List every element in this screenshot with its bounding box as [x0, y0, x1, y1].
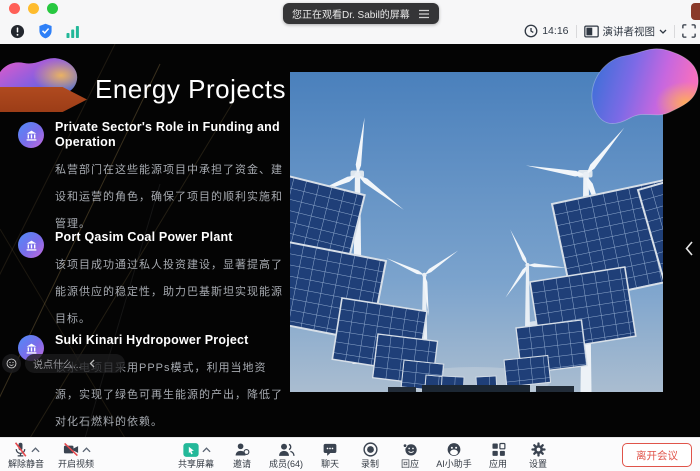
mic-options-chevron-icon[interactable]: [31, 447, 40, 453]
meeting-time: 14:16: [542, 25, 568, 37]
apps-label: 应用: [489, 459, 507, 469]
speaker-view-layout-icon: [584, 25, 599, 38]
invite-label: 邀请: [233, 459, 251, 469]
settings-button[interactable]: 设置: [520, 440, 556, 469]
bank-building-icon: [18, 122, 44, 148]
divider: [674, 25, 675, 38]
divider: [576, 25, 577, 38]
shared-screen-stage: Energy Projects Private Sector's Role in…: [0, 44, 700, 438]
minimize-window-button[interactable]: [28, 3, 39, 14]
reaction-smiley-icon: [401, 441, 419, 458]
bullet-body: 私营部门在这些能源项目中承担了资金、建设和运营的角色，确保了项目的顺利实施和管理…: [55, 157, 290, 238]
members-button[interactable]: 成员(64): [264, 440, 308, 469]
panel-toggle-chevron-icon[interactable]: [684, 240, 694, 257]
emoji-button[interactable]: [2, 354, 21, 373]
bank-building-icon: [18, 232, 44, 258]
members-icon: [277, 441, 296, 458]
unmute-label: 解除静音: [8, 459, 44, 469]
leave-meeting-label: 离开会议: [636, 448, 678, 463]
settings-label: 设置: [529, 459, 547, 469]
close-window-button[interactable]: [9, 3, 20, 14]
info-icon[interactable]: [10, 24, 25, 39]
hamburger-icon[interactable]: [418, 9, 430, 19]
apps-button[interactable]: 应用: [480, 440, 516, 469]
start-video-label: 开启视频: [58, 459, 94, 469]
meeting-statusbar: 14:16 演讲者视图: [0, 18, 700, 44]
chevron-down-icon: [659, 29, 667, 34]
camera-off-icon: [62, 441, 80, 458]
chat-bubble-icon: [321, 441, 339, 458]
bullet-heading: Port Qasim Coal Power Plant: [55, 230, 290, 245]
invite-person-icon: [233, 441, 251, 458]
gear-icon: [530, 441, 547, 458]
ai-assistant-button[interactable]: AI小助手: [432, 440, 476, 469]
chat-input-placeholder: 说点什么...: [33, 356, 81, 371]
chat-button[interactable]: 聊天: [312, 440, 348, 469]
invite-button[interactable]: 邀请: [224, 440, 260, 469]
fullscreen-icon[interactable]: [682, 24, 696, 38]
chat-label: 聊天: [321, 459, 339, 469]
meeting-duration: 14:16: [524, 24, 568, 38]
apps-grid-icon: [490, 441, 507, 458]
reactions-button[interactable]: 回应: [392, 440, 428, 469]
bullet-body: 该项目成功通过私人投资建设，显著提高了能源供应的稳定性，助力巴基斯坦实现能源目标…: [55, 252, 290, 333]
slide-title: Energy Projects: [95, 74, 286, 105]
record-icon: [362, 441, 379, 458]
meeting-toolbar: 解除静音 开启视频: [0, 437, 700, 471]
chat-quick-bar: 说点什么...: [2, 354, 125, 373]
reactions-label: 回应: [401, 459, 419, 469]
leave-meeting-button[interactable]: 离开会议: [622, 443, 692, 467]
slide-bullet-suki-kinari: Suki Kinari Hydropower Project 该水电项目采用PP…: [18, 333, 290, 436]
clock-icon: [524, 24, 538, 38]
mic-muted-icon: [12, 441, 29, 458]
share-screen-icon: [182, 442, 200, 458]
record-button[interactable]: 录制: [352, 440, 388, 469]
ai-assistant-icon: [445, 441, 463, 458]
view-mode-label: 演讲者视图: [603, 24, 656, 39]
bullet-heading: Suki Kinari Hydropower Project: [55, 333, 290, 348]
share-screen-label: 共享屏幕: [178, 459, 214, 469]
slide-bullet-port-qasim: Port Qasim Coal Power Plant 该项目成功通过私人投资建…: [18, 230, 290, 333]
share-options-chevron-icon[interactable]: [202, 447, 211, 453]
network-signal-icon[interactable]: [66, 25, 80, 38]
chat-input[interactable]: 说点什么...: [25, 354, 125, 373]
shield-check-icon[interactable]: [38, 23, 53, 39]
members-label: 成员(64): [269, 459, 303, 469]
collapse-chevron-icon[interactable]: [89, 359, 95, 368]
slide-blob-top-right: [584, 46, 700, 138]
smiley-icon: [6, 358, 17, 369]
record-label: 录制: [361, 459, 379, 469]
bullet-heading: Private Sector's Role in Funding and Ope…: [55, 120, 290, 150]
start-video-button[interactable]: 开启视频: [52, 440, 100, 469]
zoom-window-button[interactable]: [47, 3, 58, 14]
window-chrome: 您正在观看Dr. Sabil的屏幕: [0, 0, 700, 44]
view-mode-button[interactable]: 演讲者视图: [584, 24, 668, 39]
unmute-button[interactable]: 解除静音: [2, 440, 50, 469]
share-screen-button[interactable]: 共享屏幕: [172, 440, 220, 469]
slide-bullet-private-sector: Private Sector's Role in Funding and Ope…: [18, 120, 290, 238]
video-options-chevron-icon[interactable]: [82, 447, 91, 453]
ai-assistant-label: AI小助手: [436, 459, 472, 469]
